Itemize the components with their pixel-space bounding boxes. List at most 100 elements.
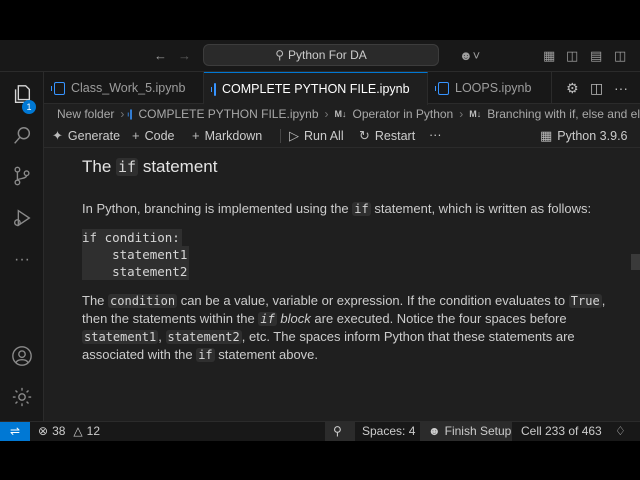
command-center-search[interactable]: ⚲ Python For DA [203,44,439,66]
vscode-window: ← → ⚲ Python For DA ☻˅ ▦ ◫ ▤ ◫ 1 ··· Cla… [0,40,640,441]
text: , [158,329,162,344]
markdown-label: Markdown [204,128,263,143]
inline-code: True [568,294,602,308]
chevron-right-icon: › [459,107,464,121]
problems-indicator[interactable]: ⊗ 38 △ 12 [38,424,100,438]
notebook-toolbar: ✦ Generate + Code + Markdown ▷ Run All ↻… [44,124,640,148]
kernel-label: Python 3.9.6 [557,129,628,143]
search-icon[interactable] [10,124,34,148]
run-debug-icon[interactable] [10,206,34,230]
markdown-icon: M↓ [334,109,347,119]
paragraph: The condition can be a value, variable o… [82,293,627,363]
tab-complete-python-file[interactable]: COMPLETE PYTHON FILE.ipynb [204,72,428,105]
inline-code: condition [108,294,178,308]
inline-code: if [352,202,371,216]
code-line: statement2 [82,263,190,280]
chevron-right-icon: › [120,107,125,121]
search-icon: ⚲ [275,48,285,62]
cell-heading: The if statement [82,157,218,176]
arrow-right-icon[interactable]: → [178,48,191,64]
zoom-icon: ⚲ [333,424,342,438]
inline-code: statement1 [82,330,159,344]
add-markdown-cell-button[interactable]: + Markdown [192,128,262,143]
split-editor-icon[interactable]: ◫ [590,80,603,97]
zoom-button[interactable]: ⚲ [325,422,355,441]
run-all-icon: ▷ [289,128,299,143]
text: statement, which is written as follows: [374,201,592,216]
indentation-indicator[interactable]: Spaces: 4 [362,424,415,438]
notifications-bell-icon[interactable]: ♢ [615,424,626,438]
scrollbar-thumb[interactable] [631,254,640,270]
editor-tabs: Class_Work_5.ipynb COMPLETE PYTHON FILE.… [44,72,640,105]
more-actions-icon[interactable]: ··· [614,80,628,96]
chevron-right-icon: › [324,107,329,121]
more-icon[interactable]: ··· [10,248,34,272]
status-bar: ⇌ ⊗ 38 △ 12 ⚲ Spaces: 4 ☻ Finish Setup C… [0,421,640,441]
explorer-badge: 1 [22,100,36,114]
more-toolbar-button[interactable]: ··· [429,128,442,142]
command-center-label: Python For DA [288,48,367,62]
add-code-cell-button[interactable]: + Code [132,128,174,143]
restart-label: Restart [374,129,416,143]
text: statement above. [218,347,319,362]
source-control-icon[interactable] [10,164,34,188]
text: In Python, branching is implemented usin… [82,201,349,216]
account-icon[interactable] [10,344,34,368]
generate-button[interactable]: ✦ Generate [52,128,120,144]
inline-code: if [258,312,277,326]
toolbar-divider [280,129,281,143]
layout-icon[interactable]: ▦ [543,48,555,64]
breadcrumb: New folder › COMPLETE PYTHON FILE.ipynb … [44,104,640,124]
spaces-label: Spaces: 4 [362,424,416,438]
text: can be a value, variable or expression. … [180,293,566,308]
breadcrumb-item[interactable]: Branching with if, else and el [487,107,640,121]
text: , [601,293,606,308]
finish-setup-button[interactable]: ☻ Finish Setup [420,422,512,441]
run-all-label: Run All [304,129,344,143]
sidebar-left-icon[interactable]: ◫ [566,48,578,64]
tab-class-work-5[interactable]: Class_Work_5.ipynb [44,72,204,104]
copilot-icon[interactable]: ☻˅ [459,48,480,64]
code-line: statement1 [82,246,190,263]
code-label: Code [144,128,175,143]
breadcrumb-item[interactable]: New folder [57,107,114,121]
notebook-content: The if statement In Python, branching is… [44,149,630,421]
warning-icon: △ [73,424,83,438]
settings-gear-icon[interactable] [10,385,34,409]
gear-icon[interactable]: ⚙ [566,80,579,97]
finish-setup-label: Finish Setup [444,424,512,438]
kernel-icon: ▦ [540,128,553,143]
inline-code: statement2 [165,330,242,344]
tab-loops[interactable]: LOOPS.ipynb [428,72,552,104]
text: The [82,293,105,308]
kernel-picker[interactable]: ▦ Python 3.9.6 [540,128,628,144]
breadcrumb-item[interactable]: COMPLETE PYTHON FILE.ipynb [138,107,318,121]
panel-icon[interactable]: ▤ [590,48,602,64]
generate-label: Generate [67,129,121,143]
error-icon: ⊗ [38,424,49,438]
cell-position-indicator[interactable]: Cell 233 of 463 [521,424,602,438]
error-count: 38 [52,424,66,438]
cell-position-label: Cell 233 of 463 [521,424,602,438]
remote-indicator-icon[interactable]: ⇌ [0,422,30,441]
notebook-file-icon [128,108,133,120]
inline-code: if [116,158,139,176]
text: , etc. The spaces inform Python that the… [241,329,575,344]
breadcrumb-item[interactable]: Operator in Python [353,107,454,121]
run-all-button[interactable]: ▷ Run All [289,128,344,144]
notebook-file-icon [51,81,65,95]
notebook-file-icon [435,81,449,95]
heading-text: statement [142,157,218,176]
heading-text: The [82,157,112,176]
notebook-file-icon [211,82,216,96]
sidebar-right-icon[interactable]: ◫ [614,48,626,64]
text: are executed. Notice the four spaces bef… [314,311,567,326]
tab-label: COMPLETE PYTHON FILE.ipynb [222,82,410,96]
arrow-left-icon[interactable]: ← [154,48,167,64]
more-icon: ··· [429,128,442,142]
markdown-icon: M↓ [469,109,482,119]
copilot-icon: ☻ [428,424,441,438]
restart-button[interactable]: ↻ Restart [359,128,415,144]
inline-code: if [196,348,215,362]
emphasis-text: block [280,311,311,326]
